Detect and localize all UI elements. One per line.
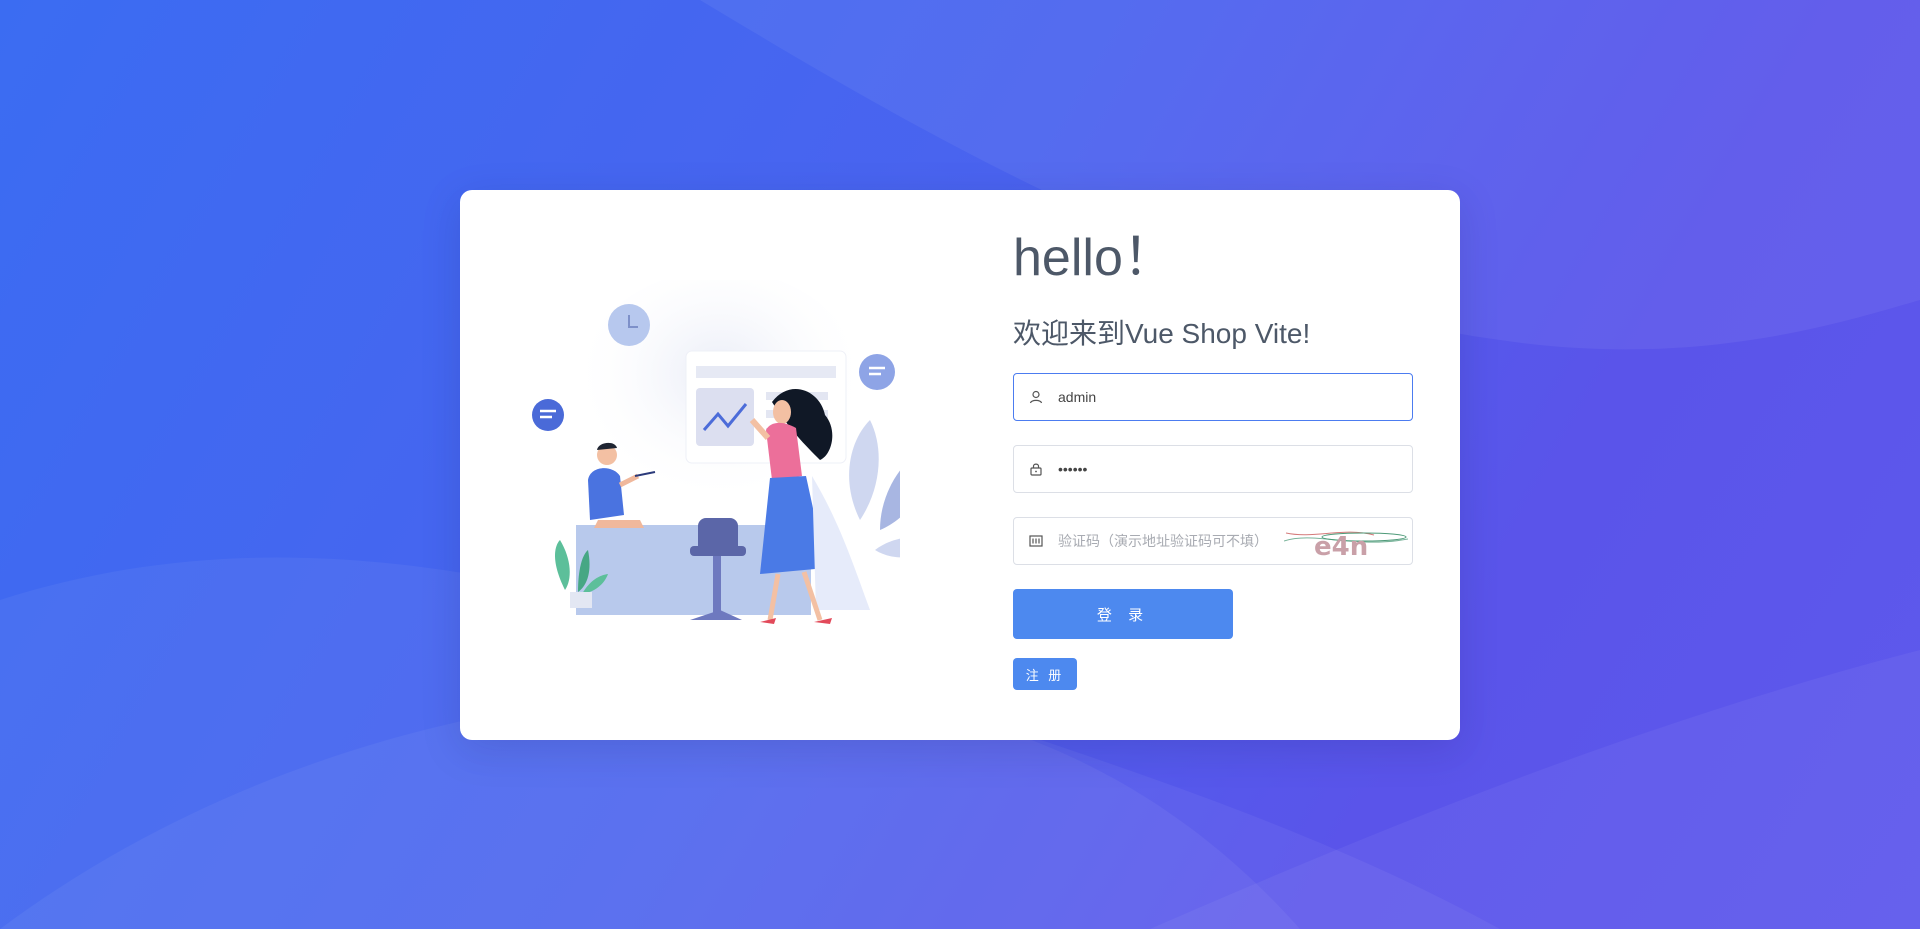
welcome-subtitle: 欢迎来到Vue Shop Vite!	[1013, 318, 1311, 349]
login-button[interactable]: 登 录	[1013, 589, 1233, 639]
username-field[interactable]	[1013, 373, 1413, 421]
username-input[interactable]	[1058, 377, 1412, 417]
password-field[interactable]	[1013, 445, 1413, 493]
captcha-field[interactable]: e4n	[1013, 517, 1413, 565]
captcha-image[interactable]: e4n	[1284, 521, 1408, 561]
login-card: hello！ 欢迎来到Vue Shop Vite! e	[460, 190, 1460, 740]
captcha-text: e4n	[1314, 532, 1368, 561]
lock-icon	[1014, 446, 1058, 492]
user-icon	[1014, 374, 1058, 420]
login-illustration	[532, 280, 900, 624]
register-button[interactable]: 注 册	[1013, 658, 1077, 690]
greeting-title: hello！	[1013, 229, 1175, 287]
captcha-input[interactable]	[1058, 521, 1284, 561]
captcha-icon	[1014, 518, 1058, 564]
password-input[interactable]	[1058, 449, 1412, 489]
